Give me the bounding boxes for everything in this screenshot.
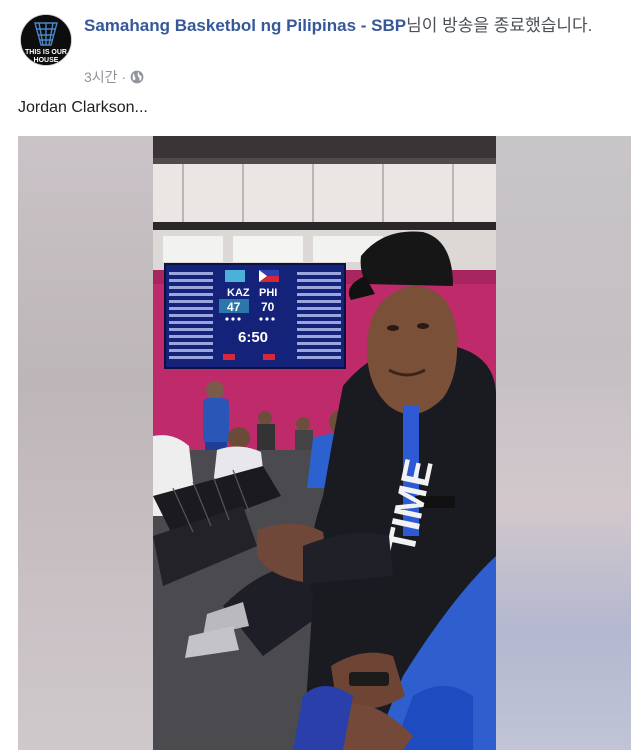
away-score: 70 [261, 300, 275, 314]
page-avatar[interactable]: THIS IS OUR HOUSE [20, 14, 72, 66]
meta-separator: · [121, 69, 127, 85]
game-clock: 6:50 [238, 329, 268, 346]
globe-icon[interactable] [130, 70, 144, 84]
video-frame: KAZ PHI 47 70 6:50 TIME [153, 136, 496, 750]
video-scene: KAZ PHI 47 70 6:50 TIME [153, 136, 496, 750]
ceiling-truss [153, 222, 496, 230]
post-header: THIS IS OUR HOUSE Samahang Basketbol ng … [0, 0, 636, 96]
scoreboard: KAZ PHI 47 70 6:50 [164, 263, 346, 369]
video-blur-left [18, 136, 153, 750]
post-text: Jordan Clarkson... [18, 99, 148, 116]
video-blur-right [496, 136, 631, 750]
video-player[interactable]: KAZ PHI 47 70 6:50 TIME [18, 136, 631, 750]
kaz-flag-icon [225, 270, 245, 282]
away-team-label: PHI [259, 287, 277, 299]
timestamp-link[interactable]: 3시간 [84, 67, 118, 87]
home-score: 47 [227, 300, 241, 314]
post-meta: 3시간 · [84, 67, 144, 87]
ceiling-beam [153, 136, 496, 158]
author-link[interactable]: Samahang Basketbol ng Pilipinas - SBP [84, 16, 406, 35]
phone [349, 672, 389, 686]
action-text: 님이 방송을 종료했습니다. [406, 16, 593, 35]
author-line: Samahang Basketbol ng Pilipinas - SBP님이 … [84, 14, 624, 38]
home-team-label: KAZ [227, 287, 250, 299]
avatar-logo-text: THIS IS OUR HOUSE [24, 49, 67, 64]
